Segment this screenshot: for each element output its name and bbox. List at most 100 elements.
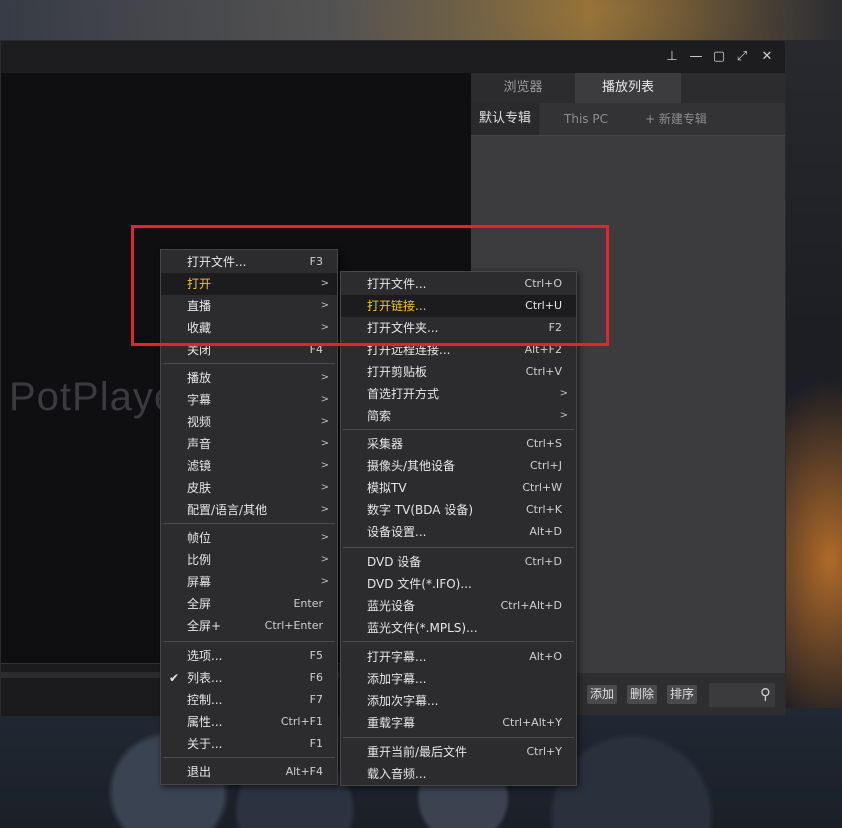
menu-item-label: 重载字幕: [367, 716, 416, 730]
menu-item-label: 帧位: [187, 531, 212, 545]
close-icon[interactable]: ✕: [756, 47, 778, 67]
sub_menu-item[interactable]: 蓝光文件(*.MPLS)...: [341, 617, 576, 639]
menu-item-label: 退出: [187, 765, 212, 779]
menu-separator: [343, 737, 574, 738]
menu-item-label: 皮肤: [187, 481, 212, 495]
menu-item-label: 播放: [187, 371, 212, 385]
main_menu-item[interactable]: 字幕 >: [161, 389, 337, 411]
sort-button[interactable]: 排序: [667, 685, 698, 704]
submenu-arrow-icon: >: [320, 372, 329, 383]
sub_menu-item[interactable]: 打开剪贴板 Ctrl+V: [341, 361, 576, 383]
main_menu-item[interactable]: 帧位 >: [161, 527, 337, 549]
subtab-new-album[interactable]: + 新建专辑: [631, 103, 721, 135]
menu-separator: [343, 429, 574, 430]
annotation-box: [131, 225, 609, 346]
menu-item-label: 全屏+: [187, 619, 222, 633]
sub_menu-item[interactable]: 载入音频...: [341, 763, 576, 785]
menu-item-shortcut: Ctrl+Alt+Y: [502, 716, 562, 729]
menu-item-shortcut: Enter: [293, 597, 323, 610]
main_menu-item[interactable]: ✔ 列表... F6: [161, 667, 337, 689]
main_menu-item[interactable]: 配置/语言/其他 >: [161, 499, 337, 521]
main_menu-item[interactable]: 视频 >: [161, 411, 337, 433]
menu-item-shortcut: Ctrl+Y: [526, 745, 562, 758]
sub_menu-item[interactable]: 简索 >: [341, 405, 576, 427]
menu-separator: [343, 547, 574, 548]
menu-item-label: DVD 设备: [367, 555, 422, 569]
search-icon: ⚲: [760, 685, 771, 703]
menu-item-label: 控制...: [187, 693, 223, 707]
main_menu-item[interactable]: 滤镜 >: [161, 455, 337, 477]
submenu-arrow-icon: >: [559, 388, 568, 399]
sub_menu-item[interactable]: 采集器 Ctrl+S: [341, 433, 576, 455]
menu-item-label: 添加次字幕...: [367, 694, 439, 708]
menu-item-shortcut: F1: [309, 737, 323, 750]
menu-separator: [163, 523, 335, 524]
menu-item-label: 打开剪贴板: [367, 365, 428, 379]
menu-item-shortcut: F7: [309, 693, 323, 706]
submenu-arrow-icon: >: [559, 410, 568, 421]
main_menu-item[interactable]: 比例 >: [161, 549, 337, 571]
menu-item-label: 列表...: [187, 671, 223, 685]
tab-playlist[interactable]: 播放列表: [575, 73, 681, 103]
submenu-arrow-icon: >: [320, 482, 329, 493]
pin-icon[interactable]: ⊥: [661, 47, 683, 67]
open-submenu: 打开文件... Ctrl+O 打开链接... Ctrl+U 打开文件夹... F2 打开远程…: [340, 271, 577, 786]
main_menu-item[interactable]: 皮肤 >: [161, 477, 337, 499]
menu-item-label: DVD 文件(*.IFO)...: [367, 577, 472, 591]
sub_menu-item[interactable]: 蓝光设备 Ctrl+Alt+D: [341, 595, 576, 617]
menu-item-label: 简索: [367, 409, 392, 423]
album-tabs: 默认专辑 This PC + 新建专辑: [471, 103, 785, 136]
playlist-search-input[interactable]: ⚲: [709, 683, 775, 707]
menu-item-label: 字幕: [187, 393, 212, 407]
submenu-arrow-icon: >: [320, 576, 329, 587]
main_menu-item[interactable]: 控制... F7: [161, 689, 337, 711]
sub_menu-item[interactable]: 设备设置... Alt+D: [341, 521, 576, 543]
menu-item-label: 选项...: [187, 649, 223, 663]
menu-item-shortcut: Alt+O: [529, 650, 562, 663]
menu-item-shortcut: Ctrl+J: [529, 459, 562, 472]
menu-item-label: 数字 TV(BDA 设备): [367, 503, 474, 517]
menu-item-shortcut: Alt+D: [529, 525, 562, 538]
main_menu-item[interactable]: 全屏+ Ctrl+Enter: [161, 615, 337, 637]
main_menu-item[interactable]: 属性... Ctrl+F1: [161, 711, 337, 733]
sub_menu-item[interactable]: 重载字幕 Ctrl+Alt+Y: [341, 712, 576, 734]
maximize-icon[interactable]: ▢: [708, 47, 730, 67]
menu-item-shortcut: Ctrl+D: [524, 555, 562, 568]
main_menu-item[interactable]: 选项... F5: [161, 645, 337, 667]
sub_menu-item[interactable]: 打开字幕... Alt+O: [341, 646, 576, 668]
subtab-this-pc[interactable]: This PC: [541, 103, 631, 135]
menu-item-label: 全屏: [187, 597, 212, 611]
title-bar[interactable]: ⊥ — ▢ ⤢ ✕: [1, 41, 785, 73]
sub_menu-item[interactable]: 首选打开方式 >: [341, 383, 576, 405]
menu-item-label: 配置/语言/其他: [187, 503, 268, 517]
menu-item-label: 首选打开方式: [367, 387, 440, 401]
fullscreen-icon[interactable]: ⤢: [731, 47, 753, 67]
sub_menu-item[interactable]: 模拟TV Ctrl+W: [341, 477, 576, 499]
main_menu-item[interactable]: 播放 >: [161, 367, 337, 389]
minimize-icon[interactable]: —: [685, 47, 707, 67]
menu-item-shortcut: Ctrl+F1: [280, 715, 323, 728]
sub_menu-item[interactable]: 添加次字幕...: [341, 690, 576, 712]
sub_menu-item[interactable]: 摄像头/其他设备 Ctrl+J: [341, 455, 576, 477]
add-button[interactable]: 添加: [587, 685, 618, 704]
sub_menu-item[interactable]: 重开当前/最后文件 Ctrl+Y: [341, 741, 576, 763]
menu-item-label: 打开字幕...: [367, 650, 427, 664]
main_menu-item[interactable]: 关于... F1: [161, 733, 337, 755]
sub_menu-item[interactable]: 数字 TV(BDA 设备) Ctrl+K: [341, 499, 576, 521]
sub_menu-item[interactable]: DVD 文件(*.IFO)...: [341, 573, 576, 595]
sub_menu-item[interactable]: 添加字幕...: [341, 668, 576, 690]
main_menu-item[interactable]: 屏幕 >: [161, 571, 337, 593]
main_menu-item[interactable]: 全屏 Enter: [161, 593, 337, 615]
submenu-arrow-icon: >: [320, 416, 329, 427]
main_menu-item[interactable]: 退出 Alt+F4: [161, 761, 337, 783]
menu-separator: [163, 363, 335, 364]
menu-item-label: 添加字幕...: [367, 672, 427, 686]
delete-button[interactable]: 删除: [627, 685, 658, 704]
sub_menu-item[interactable]: DVD 设备 Ctrl+D: [341, 551, 576, 573]
menu-item-label: 蓝光文件(*.MPLS)...: [367, 621, 478, 635]
menu-item-label: 载入音频...: [367, 767, 427, 781]
tab-browser[interactable]: 浏览器: [471, 73, 575, 103]
main_menu-item[interactable]: 声音 >: [161, 433, 337, 455]
subtab-default-album[interactable]: 默认专辑: [471, 103, 539, 135]
menu-item-label: 重开当前/最后文件: [367, 745, 468, 759]
